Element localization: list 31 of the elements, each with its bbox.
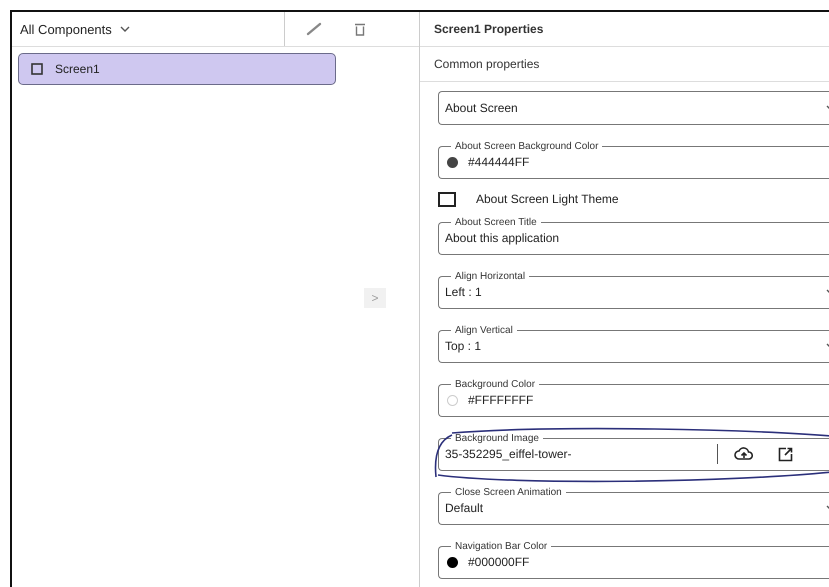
text-field[interactable]: About Screen Title About this application xyxy=(438,217,829,255)
upload-button[interactable] xyxy=(734,447,754,461)
checkbox[interactable] xyxy=(438,192,456,206)
field-label: Align Vertical xyxy=(454,325,514,336)
component-item[interactable]: Screen1 xyxy=(18,53,336,85)
asset-field[interactable]: Background Image 35-352295_eiffel-tower- xyxy=(438,433,829,471)
screen-icon xyxy=(31,63,43,75)
field-label: Background Color xyxy=(454,379,536,390)
external-link-icon xyxy=(778,446,793,462)
field-label: About Screen Title xyxy=(454,217,538,228)
checkbox-label: About Screen Light Theme xyxy=(476,192,619,206)
caret-icon xyxy=(120,26,130,32)
trash-icon xyxy=(354,22,366,36)
color-field[interactable]: Background Color #FFFFFFFF xyxy=(438,379,829,417)
field-label: Align Horizontal xyxy=(454,271,526,282)
field-label: Close Screen Animation xyxy=(454,487,563,498)
open-button[interactable] xyxy=(778,446,793,462)
field-label: Background Image xyxy=(454,433,540,444)
field-label: About Screen Background Color xyxy=(454,141,600,152)
panel-title: Screen1 Properties xyxy=(420,12,829,47)
pencil-icon xyxy=(306,22,322,36)
color-field[interactable]: About Screen Background Color #444444FF xyxy=(438,141,829,179)
component-filter-dropdown[interactable]: All Components xyxy=(12,12,285,46)
dropdown-field[interactable]: Close Screen Animation Default xyxy=(438,487,829,525)
dropdown-field[interactable]: About Screen xyxy=(438,91,829,125)
color-field[interactable]: Navigation Bar Color #000000FF xyxy=(438,541,829,579)
dropdown-field[interactable]: Align Vertical Top : 1 xyxy=(438,325,829,363)
dropdown-field[interactable]: Align Horizontal Left : 1 xyxy=(438,271,829,309)
cloud-upload-icon xyxy=(734,447,754,461)
field-label: Navigation Bar Color xyxy=(454,541,548,552)
section-header: Common properties xyxy=(420,47,829,82)
